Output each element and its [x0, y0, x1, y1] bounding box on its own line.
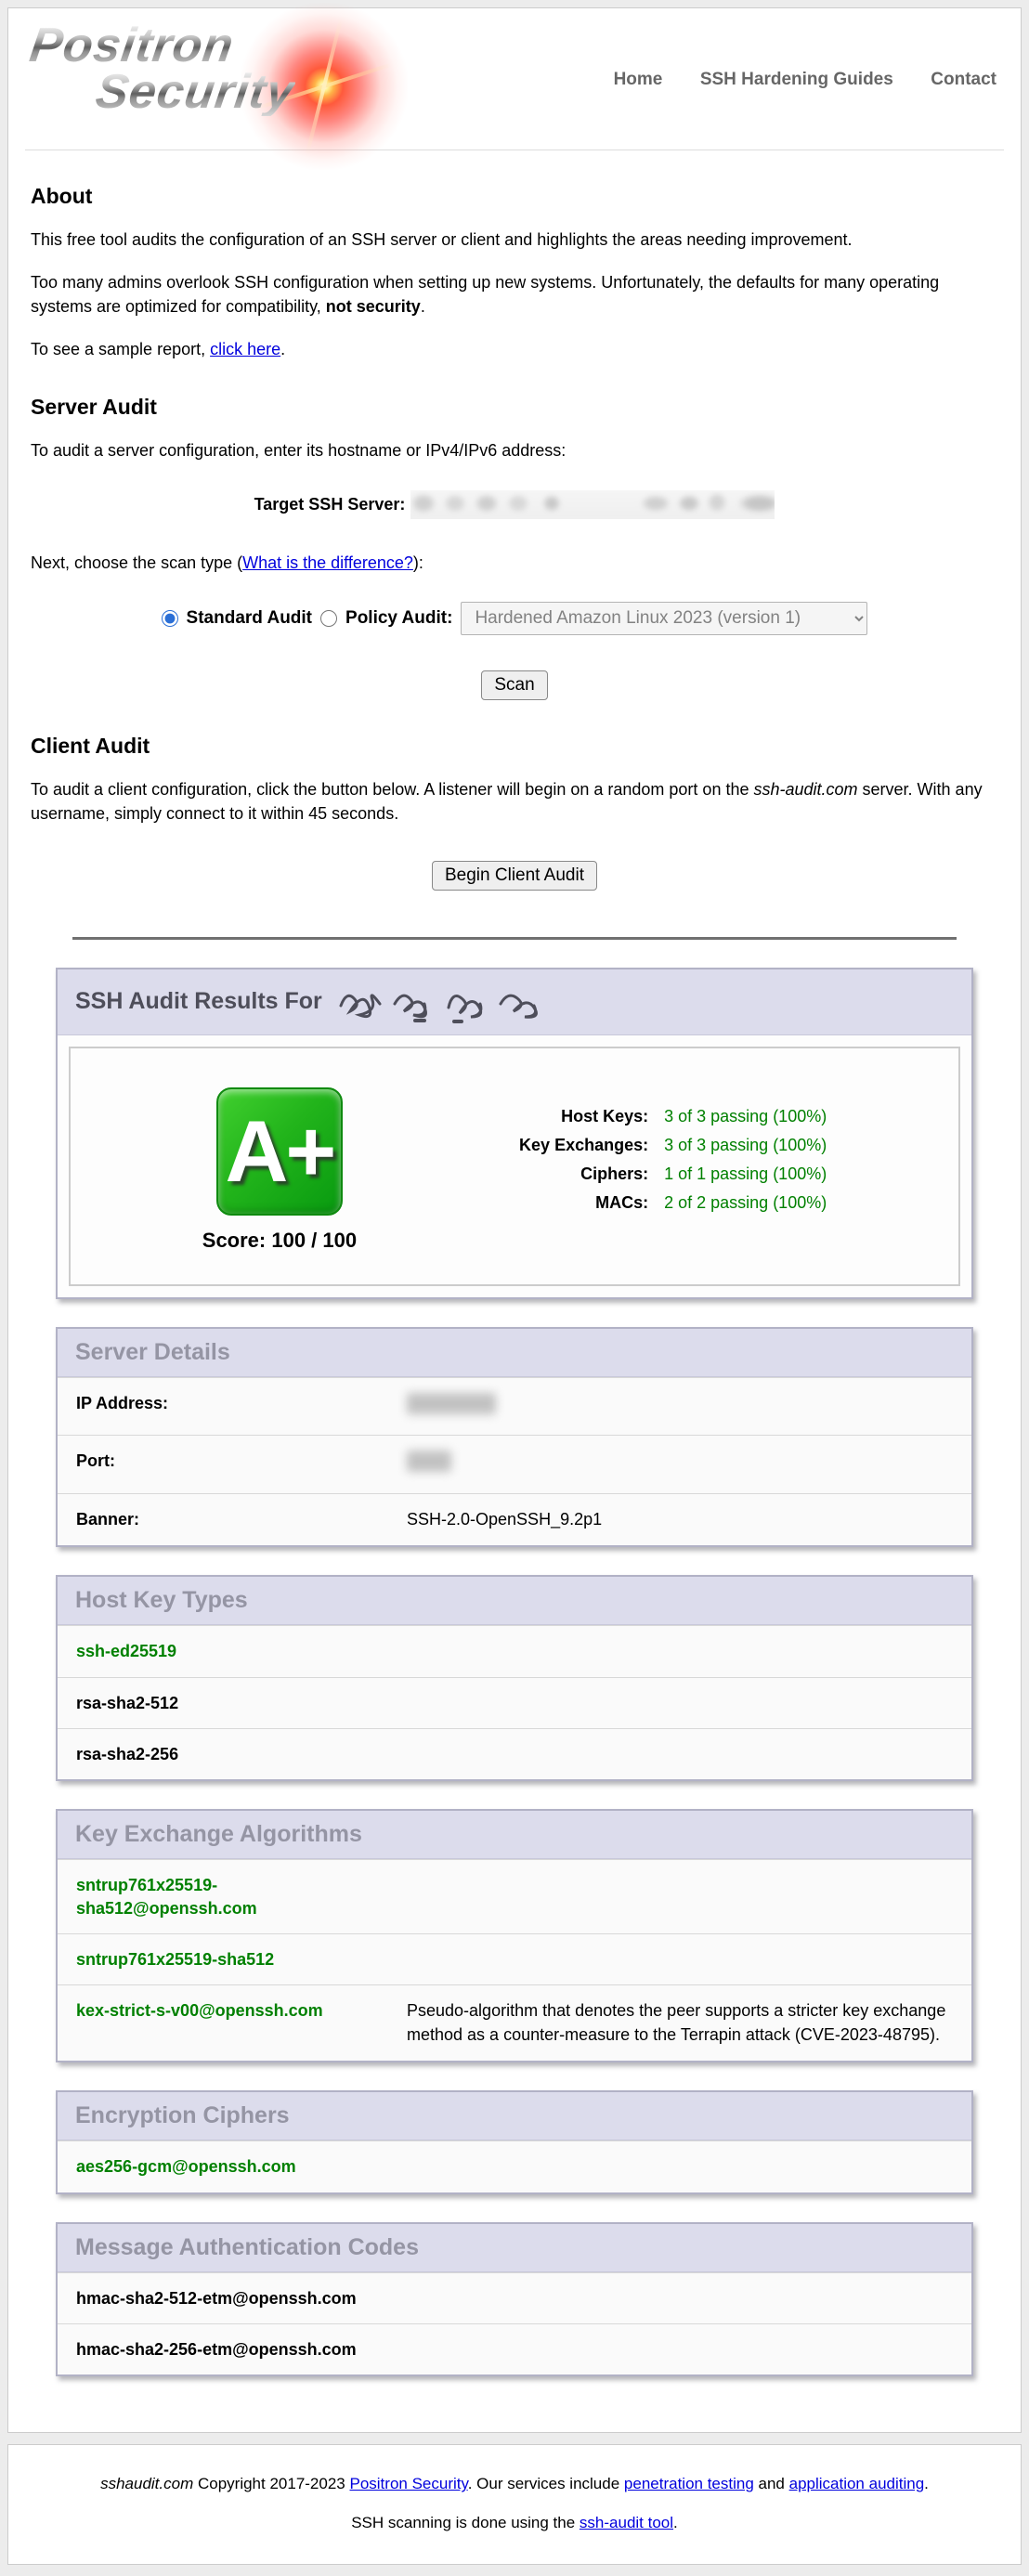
nav-ssh-hardening-guides[interactable]: SSH Hardening Guides: [700, 70, 893, 89]
client-audit-heading: Client Audit: [31, 734, 998, 759]
main-nav: Home SSH Hardening Guides Contact: [580, 70, 1002, 90]
scan-type-prompt: Next, choose the scan type (What is the …: [31, 551, 998, 575]
port-label: Port:: [76, 1450, 407, 1472]
table-row: rsa-sha2-512: [58, 1677, 971, 1728]
kex-algorithm: kex-strict-s-v00@openssh.com: [76, 1999, 407, 2022]
host-key-algorithm: ssh-ed25519: [76, 1640, 407, 1662]
nav-contact[interactable]: Contact: [931, 70, 996, 89]
table-row: rsa-sha2-256: [58, 1728, 971, 1779]
standard-audit-radio[interactable]: [162, 610, 178, 627]
target-server-row: Target SSH Server:: [31, 490, 998, 519]
table-row: ssh-ed25519: [58, 1625, 971, 1676]
mac-algorithm: hmac-sha2-512-etm@openssh.com: [76, 2287, 407, 2309]
positron-security-link[interactable]: Positron Security: [349, 2475, 467, 2492]
policy-audit-label[interactable]: Policy Audit:: [345, 608, 452, 629]
host-key-types-panel: Host Key Types ssh-ed25519 rsa-sha2-512 …: [56, 1575, 973, 1781]
scan-type-difference-link[interactable]: What is the difference?: [242, 553, 413, 572]
site-header: Positron Security Home SSH Hardening Gui…: [25, 8, 1004, 150]
table-row: sntrup761x25519-sha512@openssh.com: [58, 1859, 971, 1933]
standard-audit-label[interactable]: Standard Audit: [187, 608, 312, 629]
about-paragraph-1: This free tool audits the configuration …: [31, 228, 998, 252]
encryption-ciphers-header: Encryption Ciphers: [58, 2092, 971, 2140]
sample-report-link[interactable]: click here: [210, 340, 280, 358]
footer-line-2: SSH scanning is done using the ssh-audit…: [8, 2514, 1021, 2532]
score-label: Score: 100 / 100: [202, 1229, 357, 1253]
stat-host-keys: Host Keys: 3 of 3 passing (100%): [416, 1102, 827, 1131]
target-ssh-server-input[interactable]: [410, 490, 775, 519]
macs-panel: Message Authentication Codes hmac-sha2-5…: [56, 2222, 973, 2377]
redacted-port: [407, 1451, 451, 1472]
table-row: Banner: SSH-2.0-OpenSSH_9.2p1: [58, 1493, 971, 1546]
ssh-audit-results-panel: SSH Audit Results For A+: [56, 968, 973, 1299]
footer-domain: sshaudit.com: [100, 2475, 193, 2492]
stat-key-exchanges: Key Exchanges: 3 of 3 passing (100%): [416, 1131, 827, 1160]
main-content-card: Positron Security Home SSH Hardening Gui…: [7, 7, 1022, 2433]
kex-note: Pseudo-algorithm that denotes the peer s…: [407, 1999, 971, 2047]
ssh-audit-domain-italic: ssh-audit.com: [753, 780, 857, 799]
server-details-panel: Server Details IP Address: Port: Banner:…: [56, 1327, 973, 1548]
grade-badge: A+: [216, 1087, 343, 1216]
results-summary-box: A+ Score: 100 / 100 Host Keys: 3 of 3 pa…: [69, 1047, 960, 1286]
about-paragraph-2: Too many admins overlook SSH configurati…: [31, 270, 998, 319]
footer-line-1: sshaudit.com Copyright 2017-2023 Positro…: [8, 2475, 1021, 2493]
policy-audit-radio[interactable]: [320, 610, 337, 627]
redacted-hostname: [335, 983, 554, 1024]
logo-word-security: Security: [93, 70, 297, 116]
table-row: kex-strict-s-v00@openssh.com Pseudo-algo…: [58, 1984, 971, 2061]
table-row: Port:: [58, 1435, 971, 1493]
cipher-algorithm: aes256-gcm@openssh.com: [76, 2155, 407, 2178]
key-exchange-panel: Key Exchange Algorithms sntrup761x25519-…: [56, 1809, 973, 2062]
table-row: sntrup761x25519-sha512: [58, 1933, 971, 1984]
penetration-testing-link[interactable]: penetration testing: [624, 2475, 754, 2492]
table-row: IP Address:: [58, 1377, 971, 1436]
ip-address-label: IP Address:: [76, 1392, 407, 1414]
begin-client-audit-button[interactable]: Begin Client Audit: [432, 861, 597, 891]
section-divider: [72, 937, 957, 940]
server-details-header: Server Details: [58, 1329, 971, 1377]
kex-algorithm: sntrup761x25519-sha512: [76, 1948, 407, 1971]
server-audit-intro: To audit a server configuration, enter i…: [31, 438, 998, 462]
encryption-ciphers-panel: Encryption Ciphers aes256-gcm@openssh.co…: [56, 2090, 973, 2193]
host-key-algorithm: rsa-sha2-256: [76, 1743, 407, 1765]
client-audit-intro: To audit a client configuration, click t…: [31, 777, 998, 826]
host-key-algorithm: rsa-sha2-512: [76, 1692, 407, 1714]
macs-header: Message Authentication Codes: [58, 2224, 971, 2272]
results-panel-title: SSH Audit Results For: [75, 988, 322, 1015]
application-auditing-link[interactable]: application auditing: [789, 2475, 925, 2492]
not-security-emphasis: not security: [326, 297, 421, 316]
table-row: hmac-sha2-256-etm@openssh.com: [58, 2323, 971, 2374]
table-row: aes256-gcm@openssh.com: [58, 2140, 971, 2192]
stat-macs: MACs: 2 of 2 passing (100%): [416, 1189, 827, 1217]
kex-algorithm: sntrup761x25519-sha512@openssh.com: [76, 1874, 407, 1919]
grade-letter: A+: [226, 1101, 334, 1202]
mac-algorithm: hmac-sha2-256-etm@openssh.com: [76, 2338, 407, 2361]
banner-label: Banner:: [76, 1508, 407, 1530]
about-paragraph-3: To see a sample report, click here.: [31, 337, 998, 361]
table-row: hmac-sha2-512-etm@openssh.com: [58, 2272, 971, 2323]
server-audit-heading: Server Audit: [31, 395, 998, 420]
nav-home[interactable]: Home: [614, 70, 663, 89]
results-stats: Host Keys: 3 of 3 passing (100%) Key Exc…: [416, 1087, 827, 1217]
redacted-ip-address: [407, 1393, 496, 1414]
footer: sshaudit.com Copyright 2017-2023 Positro…: [7, 2444, 1022, 2565]
positron-security-logo[interactable]: Positron Security: [27, 23, 417, 137]
scan-type-options-row: Standard Audit Policy Audit: Hardened Am…: [31, 602, 998, 635]
logo-word-positron: Positron: [27, 23, 237, 70]
stat-ciphers: Ciphers: 1 of 1 passing (100%): [416, 1160, 827, 1189]
redacted-input-value: [410, 490, 775, 519]
policy-select[interactable]: Hardened Amazon Linux 2023 (version 1): [461, 602, 867, 635]
scan-button[interactable]: Scan: [481, 670, 547, 700]
key-exchange-header: Key Exchange Algorithms: [58, 1811, 971, 1859]
about-heading: About: [31, 184, 998, 209]
target-ssh-server-label: Target SSH Server:: [254, 495, 406, 514]
banner-value: SSH-2.0-OpenSSH_9.2p1: [407, 1508, 971, 1532]
ssh-audit-tool-link[interactable]: ssh-audit tool: [580, 2514, 673, 2531]
results-panel-header: SSH Audit Results For: [58, 969, 971, 1035]
host-key-types-header: Host Key Types: [58, 1577, 971, 1625]
